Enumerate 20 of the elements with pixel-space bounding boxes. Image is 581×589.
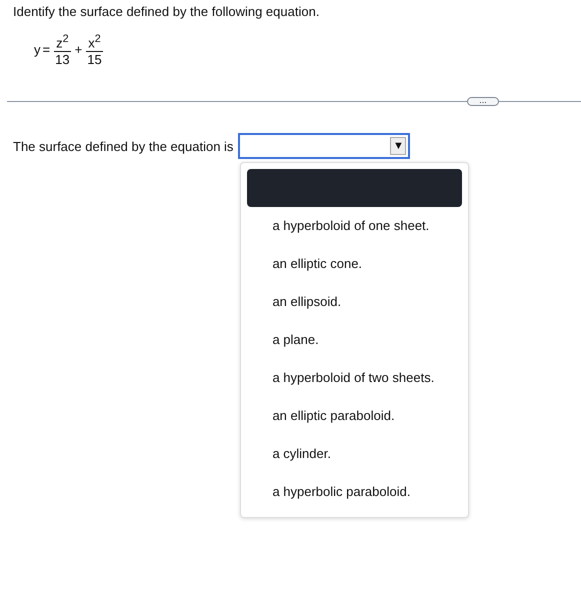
dropdown-option[interactable]: a plane. bbox=[247, 321, 462, 359]
dropdown-option[interactable]: a cylinder. bbox=[247, 435, 462, 473]
dropdown-option[interactable]: an elliptic cone. bbox=[247, 245, 462, 283]
fraction-denominator: 13 bbox=[55, 52, 70, 68]
dropdown-option[interactable]: a hyperboloid of one sheet. bbox=[247, 207, 462, 245]
dropdown-option[interactable]: a hyperbolic paraboloid. bbox=[247, 473, 462, 511]
blank-option[interactable] bbox=[247, 169, 462, 207]
question-text: Identify the surface defined by the following equation. bbox=[13, 4, 320, 19]
dropdown-option[interactable]: a hyperboloid of two sheets. bbox=[247, 359, 462, 397]
fraction-denominator: 15 bbox=[87, 52, 102, 68]
equation-variable: y bbox=[34, 42, 40, 58]
prompt-text: The surface defined by the equation is bbox=[13, 139, 234, 154]
dropdown-option[interactable]: an ellipsoid. bbox=[247, 283, 462, 321]
dropdown-option[interactable]: an elliptic paraboloid. bbox=[247, 397, 462, 435]
plus-sign: + bbox=[74, 42, 82, 58]
equals-sign: = bbox=[42, 42, 50, 58]
fraction-numerator: z$^{2}$ bbox=[54, 32, 71, 52]
answer-dropdown[interactable]: ▼ bbox=[238, 133, 410, 159]
fraction-numerator: x$^{2}$ bbox=[86, 32, 103, 52]
expand-button[interactable]: ... bbox=[467, 97, 499, 106]
